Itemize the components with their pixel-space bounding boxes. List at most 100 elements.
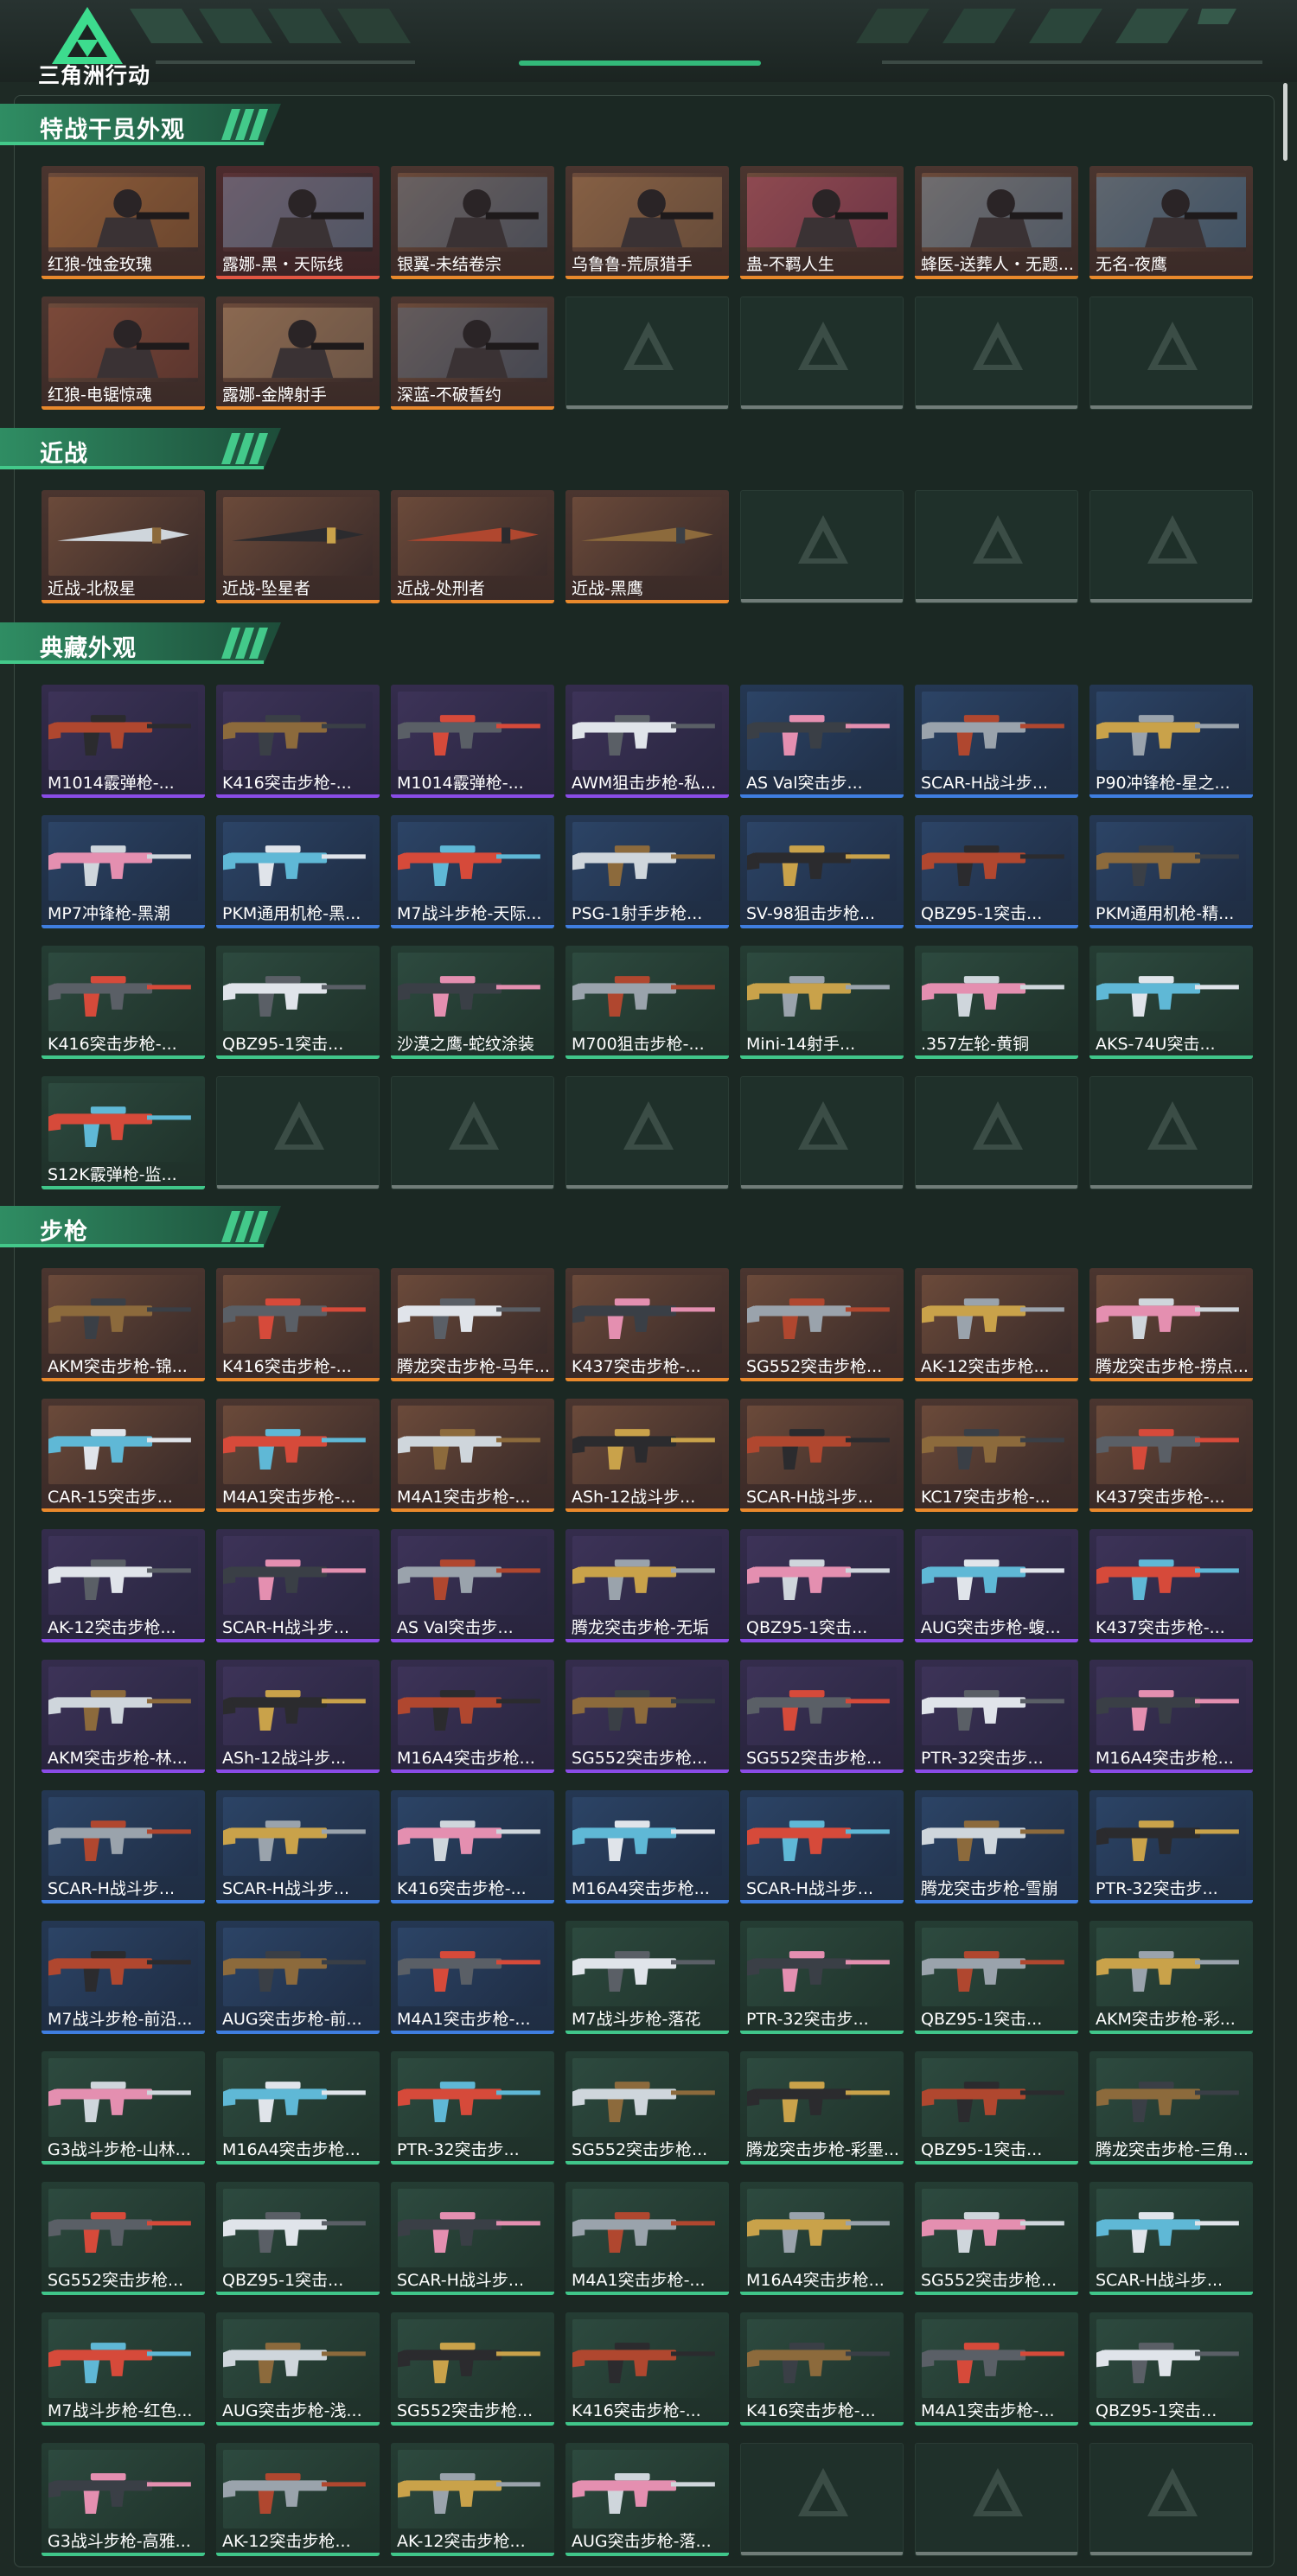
skin-card[interactable]: PSG-1射手步枪... — [565, 815, 729, 928]
skin-card[interactable]: K437突击步枪-... — [1089, 1399, 1253, 1512]
skin-card[interactable]: PTR-32突击步... — [740, 1921, 904, 2034]
skin-card[interactable]: PKM通用机枪-黑... — [216, 815, 380, 928]
skin-card[interactable]: M4A1突击步枪-... — [915, 2312, 1078, 2426]
skin-card[interactable]: SG552突击步枪... — [915, 2182, 1078, 2295]
skin-card[interactable]: QBZ95-1突击... — [915, 2051, 1078, 2165]
skin-card[interactable]: K416突击步枪-... — [391, 1790, 554, 1903]
skin-card[interactable]: M16A4突击步枪... — [740, 2182, 904, 2295]
skin-card[interactable]: AK-12突击步枪... — [216, 2443, 380, 2556]
skin-card[interactable]: M16A4突击步枪... — [1089, 1660, 1253, 1773]
skin-card[interactable]: M7战斗步枪-红色... — [42, 2312, 205, 2426]
skin-card[interactable]: M1014霰弹枪-... — [391, 685, 554, 798]
skin-card[interactable]: M16A4突击步枪... — [565, 1790, 729, 1903]
skin-card[interactable]: K437突击步枪-... — [565, 1268, 729, 1381]
skin-card[interactable]: M16A4突击步枪... — [391, 1660, 554, 1773]
skin-card[interactable]: AK-12突击步枪... — [915, 1268, 1078, 1381]
skin-card[interactable]: PTR-32突击步... — [1089, 1790, 1253, 1903]
skin-card[interactable]: AKM突击步枪-锦... — [42, 1268, 205, 1381]
skin-card[interactable]: 腾龙突击步枪-彩墨... — [740, 2051, 904, 2165]
skin-card[interactable]: 腾龙突击步枪-捞点... — [1089, 1268, 1253, 1381]
skin-card[interactable]: AS Val突击步... — [391, 1529, 554, 1642]
skin-card[interactable]: QBZ95-1突击... — [216, 946, 380, 1059]
skin-card[interactable]: 近战-处刑者 — [391, 490, 554, 603]
skin-card[interactable]: 沙漠之鹰-蛇纹涂装 — [391, 946, 554, 1059]
skin-card[interactable]: SG552突击步枪... — [740, 1660, 904, 1773]
skin-card[interactable]: QBZ95-1突击... — [1089, 2312, 1253, 2426]
skin-card[interactable]: QBZ95-1突击... — [915, 815, 1078, 928]
skin-card[interactable]: SCAR-H战斗步... — [216, 1529, 380, 1642]
skin-card[interactable]: M4A1突击步枪-... — [565, 2182, 729, 2295]
skin-card[interactable]: SCAR-H战斗步... — [42, 1790, 205, 1903]
skin-card[interactable]: AUG突击步枪-落... — [565, 2443, 729, 2556]
skin-card[interactable]: M7战斗步枪-天际... — [391, 815, 554, 928]
skin-card[interactable]: KC17突击步枪-... — [915, 1399, 1078, 1512]
skin-card[interactable]: ASh-12战斗步... — [216, 1660, 380, 1773]
skin-card[interactable]: 腾龙突击步枪-三角... — [1089, 2051, 1253, 2165]
skin-card[interactable]: 露娜-黑・天际线 — [216, 166, 380, 279]
skin-card[interactable]: M700狙击步枪-... — [565, 946, 729, 1059]
skin-card[interactable]: 蛊-不羁人生 — [740, 166, 904, 279]
skin-card[interactable]: .357左轮-黄铜 — [915, 946, 1078, 1059]
skin-card[interactable]: K416突击步枪-... — [42, 946, 205, 1059]
skin-card[interactable]: G3战斗步枪-山林... — [42, 2051, 205, 2165]
skin-card[interactable]: SG552突击步枪... — [740, 1268, 904, 1381]
skin-card[interactable]: M7战斗步枪-落花 — [565, 1921, 729, 2034]
skin-card[interactable]: AUG突击步枪-前... — [216, 1921, 380, 2034]
skin-card[interactable]: PTR-32突击步... — [915, 1660, 1078, 1773]
skin-card[interactable]: M4A1突击步枪-... — [391, 1399, 554, 1512]
skin-card[interactable]: SG552突击步枪... — [565, 2051, 729, 2165]
skin-card[interactable]: M7战斗步枪-前沿... — [42, 1921, 205, 2034]
skin-card[interactable]: SCAR-H战斗步... — [740, 1790, 904, 1903]
skin-card[interactable]: 乌鲁鲁-荒原猎手 — [565, 166, 729, 279]
skin-card[interactable]: G3战斗步枪-高雅... — [42, 2443, 205, 2556]
skin-card[interactable]: QBZ95-1突击... — [915, 1921, 1078, 2034]
skin-card[interactable]: 银翼-未结卷宗 — [391, 166, 554, 279]
skin-card[interactable]: 深蓝-不破誓约 — [391, 296, 554, 410]
skin-card[interactable]: SG552突击步枪... — [42, 2182, 205, 2295]
skin-card[interactable]: AK-12突击步枪... — [42, 1529, 205, 1642]
scrollbar[interactable] — [1280, 83, 1290, 2573]
skin-card[interactable]: 近战-坠星者 — [216, 490, 380, 603]
scrollbar-thumb[interactable] — [1283, 83, 1287, 161]
skin-card[interactable]: QBZ95-1突击... — [740, 1529, 904, 1642]
skin-card[interactable]: K416突击步枪-... — [565, 2312, 729, 2426]
skin-card[interactable]: 近战-北极星 — [42, 490, 205, 603]
skin-card[interactable]: QBZ95-1突击... — [216, 2182, 380, 2295]
skin-card[interactable]: SCAR-H战斗步... — [740, 1399, 904, 1512]
skin-card[interactable]: MP7冲锋枪-黑潮 — [42, 815, 205, 928]
skin-card[interactable]: SG552突击步枪... — [391, 2312, 554, 2426]
skin-card[interactable]: 无名-夜鹰 — [1089, 166, 1253, 279]
skin-card[interactable]: AKM突击步枪-彩... — [1089, 1921, 1253, 2034]
skin-card[interactable]: K416突击步枪-... — [216, 685, 380, 798]
skin-card[interactable]: CAR-15突击步... — [42, 1399, 205, 1512]
skin-card[interactable]: AUG突击步枪-浅... — [216, 2312, 380, 2426]
skin-card[interactable]: P90冲锋枪-星之... — [1089, 685, 1253, 798]
skin-card[interactable]: M1014霰弹枪-... — [42, 685, 205, 798]
skin-card[interactable]: AS Val突击步... — [740, 685, 904, 798]
skin-card[interactable]: AKS-74U突击... — [1089, 946, 1253, 1059]
skin-card[interactable]: PKM通用机枪-精... — [1089, 815, 1253, 928]
skin-card[interactable]: AK-12突击步枪... — [391, 2443, 554, 2556]
skin-card[interactable]: PTR-32突击步... — [391, 2051, 554, 2165]
skin-card[interactable]: AKM突击步枪-林... — [42, 1660, 205, 1773]
skin-card[interactable]: S12K霰弹枪-监... — [42, 1076, 205, 1189]
skin-card[interactable]: 露娜-金牌射手 — [216, 296, 380, 410]
skin-card[interactable]: AWM狙击步枪-私... — [565, 685, 729, 798]
skin-card[interactable]: ASh-12战斗步... — [565, 1399, 729, 1512]
skin-card[interactable]: 近战-黑鹰 — [565, 490, 729, 603]
skin-card[interactable]: 腾龙突击步枪-雪崩 — [915, 1790, 1078, 1903]
skin-card[interactable]: SCAR-H战斗步... — [391, 2182, 554, 2295]
skin-card[interactable]: SG552突击步枪... — [565, 1660, 729, 1773]
skin-card[interactable]: SCAR-H战斗步... — [1089, 2182, 1253, 2295]
skin-card[interactable]: M4A1突击步枪-... — [391, 1921, 554, 2034]
skin-card[interactable]: K416突击步枪-... — [740, 2312, 904, 2426]
skin-card[interactable]: 红狼-电锯惊魂 — [42, 296, 205, 410]
skin-card[interactable]: AUG突击步枪-蝮... — [915, 1529, 1078, 1642]
skin-card[interactable]: SCAR-H战斗步... — [915, 685, 1078, 798]
skin-card[interactable]: SCAR-H战斗步... — [216, 1790, 380, 1903]
skin-card[interactable]: K437突击步枪-... — [1089, 1529, 1253, 1642]
skin-card[interactable]: 红狼-蚀金玫瑰 — [42, 166, 205, 279]
skin-card[interactable]: SV-98狙击步枪... — [740, 815, 904, 928]
skin-card[interactable]: M4A1突击步枪-... — [216, 1399, 380, 1512]
skin-card[interactable]: 腾龙突击步枪-无垢 — [565, 1529, 729, 1642]
